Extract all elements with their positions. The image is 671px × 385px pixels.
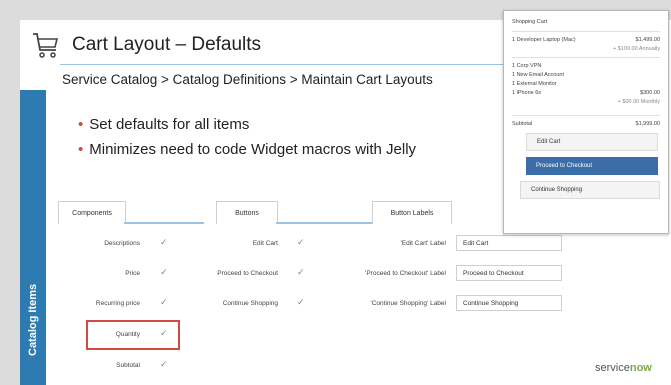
- title-divider: [60, 64, 520, 65]
- button-option-label: Continue Shopping: [222, 300, 278, 307]
- edit-cart-button[interactable]: Edit Cart: [526, 133, 658, 151]
- logo-prefix: service: [595, 362, 630, 374]
- bullet-item: • Set defaults for all items: [78, 116, 416, 133]
- shopping-cart-preview: Shopping Cart 1 Developer Laptop (Mac) $…: [503, 10, 669, 234]
- cart-item-price: $1,499.00: [635, 37, 660, 43]
- cart-item: 1 New Email Account: [512, 72, 564, 78]
- divider: [512, 31, 660, 32]
- check-icon[interactable]: ✓: [160, 297, 168, 308]
- cart-item: 1 iPhone 6s: [512, 90, 542, 96]
- button-option-label: Edit Cart: [252, 240, 278, 247]
- button-label-caption: 'Proceed to Checkout' Label: [365, 270, 446, 277]
- check-icon[interactable]: ✓: [297, 297, 305, 308]
- edit-cart-label-field[interactable]: Edit Cart: [456, 235, 562, 251]
- sidebar-label: Catalog Items: [27, 283, 39, 357]
- proceed-to-checkout-button[interactable]: Proceed to Checkout: [526, 157, 658, 175]
- divider: [512, 57, 660, 58]
- check-icon[interactable]: ✓: [160, 267, 168, 278]
- tab-components[interactable]: Components: [58, 201, 126, 224]
- bullet-text: Set defaults for all items: [89, 116, 250, 133]
- check-icon[interactable]: ✓: [160, 328, 168, 339]
- breadcrumb: Service Catalog > Catalog Definitions > …: [62, 72, 433, 87]
- bullet-text: Minimizes need to code Widget macros wit…: [89, 141, 417, 158]
- logo-suffix: now: [629, 362, 652, 374]
- sidebar: Catalog Items: [20, 90, 46, 385]
- component-label: Subtotal: [116, 362, 140, 369]
- button-label-caption: 'Continue Shopping' Label: [370, 300, 447, 307]
- cart-item-price: $300.00: [640, 90, 660, 96]
- tab-buttons[interactable]: Buttons: [216, 201, 278, 224]
- bullet-icon: •: [78, 141, 84, 158]
- proceed-label-field[interactable]: Proceed to Checkout: [456, 265, 562, 281]
- check-icon[interactable]: ✓: [297, 237, 305, 248]
- tab-button-labels[interactable]: Button Labels: [372, 201, 452, 224]
- check-icon[interactable]: ✓: [160, 237, 168, 248]
- cart-item: 1 Developer Laptop (Mac): [512, 37, 576, 43]
- servicenow-logo: servicenow: [595, 362, 652, 374]
- button-label-caption: 'Edit Cart' Label: [400, 240, 446, 247]
- check-icon[interactable]: ✓: [297, 267, 305, 278]
- cart-item-recurring: + $100.00 Annually: [613, 46, 660, 52]
- subtotal-label: Subtotal: [512, 121, 533, 127]
- component-label: Recurring price: [95, 300, 140, 307]
- cart-icon: [33, 33, 59, 58]
- check-icon[interactable]: ✓: [160, 359, 168, 370]
- button-option-label: Proceed to Checkout: [217, 270, 278, 277]
- cart-item: 1 Corp VPN: [512, 63, 542, 69]
- continue-shopping-button[interactable]: Continue Shopping: [520, 181, 660, 199]
- divider: [512, 115, 660, 116]
- cart-item-recurring: + $00.00 Monthly: [617, 99, 660, 105]
- tab-rule: [124, 222, 204, 224]
- bullet-list: • Set defaults for all items • Minimizes n…: [78, 116, 416, 166]
- page-title: Cart Layout – Defaults: [72, 34, 262, 55]
- component-label: Price: [125, 270, 140, 277]
- component-label: Descriptions: [104, 240, 140, 247]
- bullet-icon: •: [78, 116, 84, 133]
- subtotal-value: $1,999.00: [635, 121, 660, 127]
- cart-item: 1 External Monitor: [512, 81, 557, 87]
- bullet-item: • Minimizes need to code Widget macros wi…: [78, 141, 416, 158]
- tab-rule: [276, 222, 372, 224]
- continue-label-field[interactable]: Continue Shopping: [456, 295, 562, 311]
- component-label-quantity: Quantity: [115, 331, 140, 338]
- cart-title: Shopping Cart: [512, 19, 548, 25]
